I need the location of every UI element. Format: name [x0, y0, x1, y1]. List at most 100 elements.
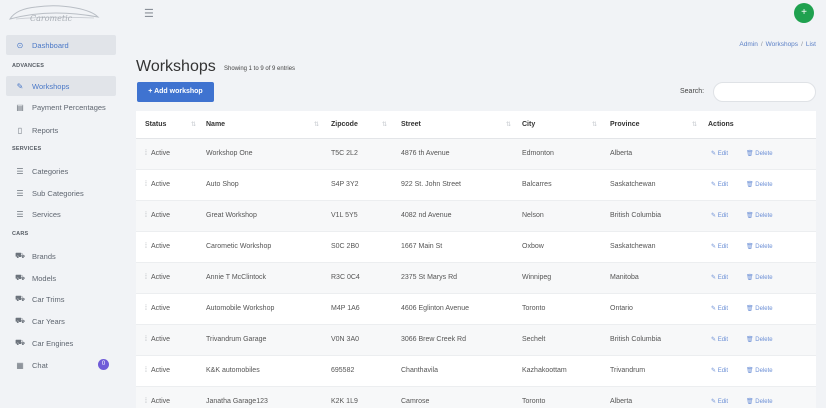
street-cell: 2375 St Marys Rd: [401, 274, 458, 281]
delete-button[interactable]: 🗑 Delete: [746, 170, 773, 200]
edit-button[interactable]: ✎ Edit: [711, 294, 728, 324]
province-cell: Alberta: [610, 398, 633, 405]
wrench-icon: ✎: [16, 81, 24, 91]
search-input[interactable]: [713, 82, 816, 102]
column-header-city[interactable]: City: [522, 111, 535, 139]
column-header-province[interactable]: Province: [610, 111, 640, 139]
sidebar-item-sub-categories[interactable]: ☰ Sub Categories: [6, 183, 116, 203]
zipcode-cell: T5C 2L2: [331, 150, 358, 157]
entries-info: Showing 1 to 9 of 9 entries: [224, 66, 296, 72]
column-header-name[interactable]: Name: [206, 111, 225, 139]
sidebar-item-car-trims[interactable]: ⛟ Car Trims: [6, 289, 116, 309]
edit-label: Edit: [717, 337, 729, 343]
delete-button[interactable]: 🗑 Delete: [746, 356, 773, 386]
add-workshop-button[interactable]: + Add workshop: [137, 82, 214, 102]
sidebar-item-reports[interactable]: ▯ Reports: [6, 120, 116, 140]
sidebar-item-label: Categories: [32, 166, 69, 176]
delete-button[interactable]: 🗑 Delete: [746, 387, 773, 408]
edit-label: Edit: [717, 368, 729, 374]
street-cell: 4876 th Avenue: [401, 150, 450, 157]
sidebar-item-services[interactable]: ☰ Services: [6, 204, 116, 224]
table-row: ⁞ Active Auto Shop S4P 3Y2 922 St. John Stre…: [136, 170, 816, 201]
drag-handle-icon[interactable]: ⁞: [145, 336, 147, 343]
edit-icon: ✎: [711, 275, 718, 281]
sidebar-item-payment-percentages[interactable]: ▤ Payment Percentages: [6, 97, 116, 117]
edit-button[interactable]: ✎ Edit: [711, 232, 728, 262]
sidebar-item-chat[interactable]: ▦ Chat 0: [6, 355, 116, 375]
delete-label: Delete: [755, 182, 773, 188]
sort-icon[interactable]: ⇅: [692, 121, 697, 129]
column-header-status[interactable]: Status: [145, 111, 166, 139]
edit-label: Edit: [717, 275, 729, 281]
sidebar-item-label: Car Engines: [32, 338, 74, 348]
delete-button[interactable]: 🗑 Delete: [746, 232, 773, 262]
table-row: ⁞ Active Janatha Garage123 K2K 1L9 Camrose To…: [136, 387, 816, 408]
sidebar-item-models[interactable]: ⛟ Models: [6, 268, 116, 288]
edit-button[interactable]: ✎ Edit: [711, 139, 728, 169]
sidebar-item-label: Car Trims: [32, 294, 65, 304]
delete-button[interactable]: 🗑 Delete: [746, 139, 773, 169]
trash-icon: 🗑: [746, 182, 756, 188]
breadcrumb-admin[interactable]: Admin: [739, 41, 757, 48]
sort-icon[interactable]: ⇅: [191, 121, 196, 129]
trash-icon: 🗑: [746, 244, 756, 250]
list-icon: ☰: [16, 188, 24, 198]
sort-icon[interactable]: ⇅: [382, 121, 387, 129]
delete-button[interactable]: 🗑 Delete: [746, 294, 773, 324]
sort-icon[interactable]: ⇅: [314, 121, 319, 129]
menu-toggle-icon[interactable]: ☰: [144, 7, 154, 20]
sort-icon[interactable]: ⇅: [506, 121, 511, 129]
edit-button[interactable]: ✎ Edit: [711, 263, 728, 293]
avatar[interactable]: +: [794, 3, 814, 23]
drag-handle-icon[interactable]: ⁞: [145, 150, 147, 157]
sidebar-item-brands[interactable]: ⛟ Brands: [6, 246, 116, 266]
document-icon: ▯: [17, 125, 23, 135]
drag-handle-icon[interactable]: ⁞: [145, 274, 147, 281]
sidebar-item-car-engines[interactable]: ⛟ Car Engines: [6, 333, 116, 353]
sidebar-item-car-years[interactable]: ⛟ Car Years: [6, 311, 116, 331]
sidebar-item-dashboard[interactable]: ⊙ Dashboard: [6, 35, 116, 55]
drag-handle-icon[interactable]: ⁞: [145, 243, 147, 250]
delete-label: Delete: [755, 151, 773, 157]
city-cell: Kazhakoottam: [522, 367, 567, 374]
payment-icon: ▤: [16, 102, 24, 112]
province-cell: British Columbia: [610, 212, 661, 219]
sidebar-item-label: Services: [32, 209, 61, 219]
drag-handle-icon[interactable]: ⁞: [145, 181, 147, 188]
status-cell: ⁞ Active: [145, 294, 170, 324]
drag-handle-icon[interactable]: ⁞: [145, 367, 147, 374]
name-cell: Workshop One: [206, 150, 253, 157]
column-header-street[interactable]: Street: [401, 111, 421, 139]
province-cell: Ontario: [610, 305, 633, 312]
zipcode-cell: R3C 0C4: [331, 274, 360, 281]
edit-button[interactable]: ✎ Edit: [711, 387, 728, 408]
edit-button[interactable]: ✎ Edit: [711, 325, 728, 355]
sidebar-item-label: Models: [32, 273, 57, 283]
street-cell: 4606 Eglinton Avenue: [401, 305, 469, 312]
section-cars: CARS: [12, 231, 29, 237]
drag-handle-icon[interactable]: ⁞: [145, 305, 147, 312]
edit-label: Edit: [717, 213, 729, 219]
edit-button[interactable]: ✎ Edit: [711, 201, 728, 231]
column-header-zipcode[interactable]: Zipcode: [331, 111, 358, 139]
car-icon: ⛟: [14, 273, 26, 282]
sidebar-item-categories[interactable]: ☰ Categories: [6, 161, 116, 181]
zipcode-cell: V0N 3A0: [331, 336, 360, 343]
delete-button[interactable]: 🗑 Delete: [746, 325, 773, 355]
table-header: Status ⇅ Name ⇅ Zipcode ⇅ Street ⇅ City …: [136, 111, 816, 139]
delete-button[interactable]: 🗑 Delete: [746, 263, 773, 293]
status-cell: ⁞ Active: [145, 263, 170, 293]
edit-button[interactable]: ✎ Edit: [711, 170, 728, 200]
car-icon: ⛟: [14, 251, 26, 260]
drag-handle-icon[interactable]: ⁞: [145, 212, 147, 219]
breadcrumb-workshops[interactable]: Workshops: [766, 41, 798, 48]
trash-icon: 🗑: [746, 337, 756, 343]
name-cell: Automobile Workshop: [206, 305, 275, 312]
edit-button[interactable]: ✎ Edit: [711, 356, 728, 386]
sidebar-item-workshops[interactable]: ✎ Workshops: [6, 76, 116, 96]
drag-handle-icon[interactable]: ⁞: [145, 398, 147, 405]
sidebar-item-label: Payment Percentages: [32, 102, 106, 112]
zipcode-cell: V1L 5Y5: [331, 212, 358, 219]
sort-icon[interactable]: ⇅: [592, 121, 597, 129]
delete-button[interactable]: 🗑 Delete: [746, 201, 773, 231]
